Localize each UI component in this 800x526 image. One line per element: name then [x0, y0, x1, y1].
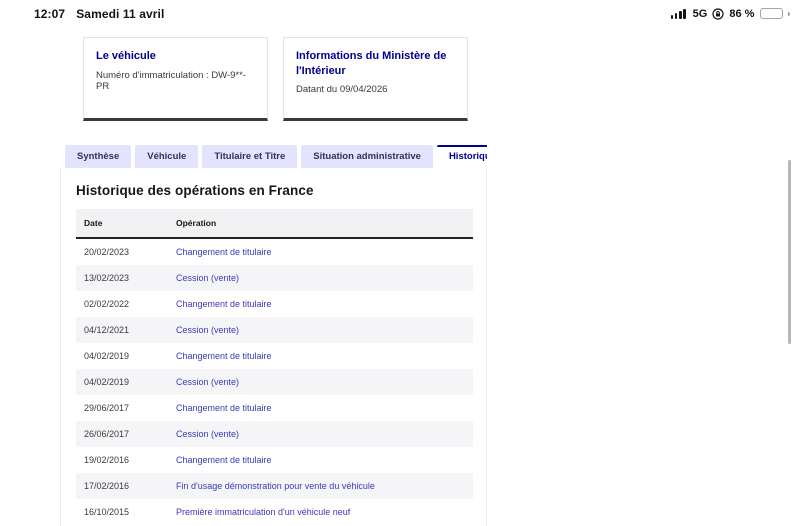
tab-vehicule[interactable]: Véhicule	[135, 145, 199, 168]
battery-tip	[788, 11, 790, 16]
history-title: Historique des opérations en France	[76, 183, 314, 198]
history-table-body: 20/02/2023 Changement de titulaire 13/02…	[76, 238, 473, 525]
tab-synthese[interactable]: Synthèse	[65, 145, 132, 168]
column-header-date: Date	[76, 209, 168, 239]
card-ministry-title: Informations du Ministère de l'Intérieur	[296, 50, 447, 77]
column-header-operation: Opération	[168, 209, 473, 239]
row-date: 04/02/2019	[84, 377, 130, 387]
tab-situation-administrative[interactable]: Situation administrative	[301, 145, 433, 168]
network-label: 5G	[692, 7, 708, 20]
battery-icon	[760, 8, 784, 19]
row-date: 20/02/2023	[84, 247, 130, 257]
row-date: 13/02/2023	[84, 273, 130, 283]
table-row: 13/02/2023 Cession (vente)	[76, 265, 473, 291]
table-row: 26/06/2017 Cession (vente)	[76, 421, 473, 447]
row-date: 02/02/2022	[84, 299, 130, 309]
table-row: 16/10/2015 Première immatriculation d'un…	[76, 499, 473, 525]
table-row: 20/02/2023 Changement de titulaire	[76, 238, 473, 265]
table-row: 29/06/2017 Changement de titulaire	[76, 395, 473, 421]
table-row: 04/02/2019 Changement de titulaire	[76, 343, 473, 369]
row-operation: Changement de titulaire	[176, 403, 272, 413]
status-bar: 12:07 Samedi 11 avril 5G 86 %	[0, 0, 800, 24]
table-row: 17/02/2016 Fin d'usage démonstration pou…	[76, 473, 473, 499]
row-operation: Changement de titulaire	[176, 247, 272, 257]
row-date: 29/06/2017	[84, 403, 130, 413]
summary-cards: Le véhicule Numéro d'immatriculation : D…	[83, 37, 468, 121]
status-bar-right: 5G 86 %	[670, 7, 790, 20]
history-panel: Historique des opérations en France Date…	[60, 168, 487, 526]
card-vehicle: Le véhicule Numéro d'immatriculation : D…	[83, 37, 268, 121]
history-table: Date Opération 20/02/2023 Changement de …	[76, 209, 473, 525]
row-operation: Changement de titulaire	[176, 455, 272, 465]
rotation-lock-icon	[712, 7, 724, 20]
row-operation: Cession (vente)	[176, 273, 240, 283]
card-ministry-info: Informations du Ministère de l'Intérieur…	[283, 37, 468, 121]
card-vehicle-registration: Numéro d'immatriculation : DW-9**-PR	[96, 69, 246, 92]
signal-bars-icon	[670, 8, 686, 19]
table-row: 19/02/2016 Changement de titulaire	[76, 447, 473, 473]
status-time: 12:07	[34, 6, 66, 21]
tab-historique[interactable]: Historique	[436, 145, 487, 168]
row-operation: Changement de titulaire	[176, 351, 272, 361]
row-date: 04/12/2021	[84, 325, 130, 335]
row-date: 17/02/2016	[84, 481, 130, 491]
tab-list: Synthèse Véhicule Titulaire et Titre Situat…	[60, 145, 487, 168]
card-ministry-date: Datant du 09/04/2026	[296, 84, 388, 96]
tab-titulaire-et-titre[interactable]: Titulaire et Titre	[202, 145, 298, 168]
report-tab-panel: Synthèse Véhicule Titulaire et Titre Situat…	[60, 145, 487, 526]
row-operation: Cession (vente)	[176, 377, 240, 387]
row-operation: Première immatriculation d'un véhicule n…	[176, 507, 351, 517]
battery-percent: 86 %	[729, 7, 755, 20]
history-header-row: Date Opération	[76, 209, 473, 239]
row-operation: Cession (vente)	[176, 429, 240, 439]
row-date: 19/02/2016	[84, 455, 130, 465]
row-date: 26/06/2017	[84, 429, 130, 439]
row-operation: Cession (vente)	[176, 325, 240, 335]
table-row: 02/02/2022 Changement de titulaire	[76, 291, 473, 317]
scrollbar[interactable]	[788, 160, 791, 344]
card-vehicle-title: Le véhicule	[96, 50, 156, 62]
table-row: 04/12/2021 Cession (vente)	[76, 317, 473, 343]
row-date: 16/10/2015	[84, 507, 130, 517]
status-date: Samedi 11 avril	[76, 6, 165, 21]
table-row: 04/02/2019 Cession (vente)	[76, 369, 473, 395]
row-operation: Changement de titulaire	[176, 299, 272, 309]
row-date: 04/02/2019	[84, 351, 130, 361]
status-bar-left: 12:07 Samedi 11 avril	[34, 7, 164, 21]
row-operation: Fin d'usage démonstration pour vente du …	[176, 481, 375, 491]
